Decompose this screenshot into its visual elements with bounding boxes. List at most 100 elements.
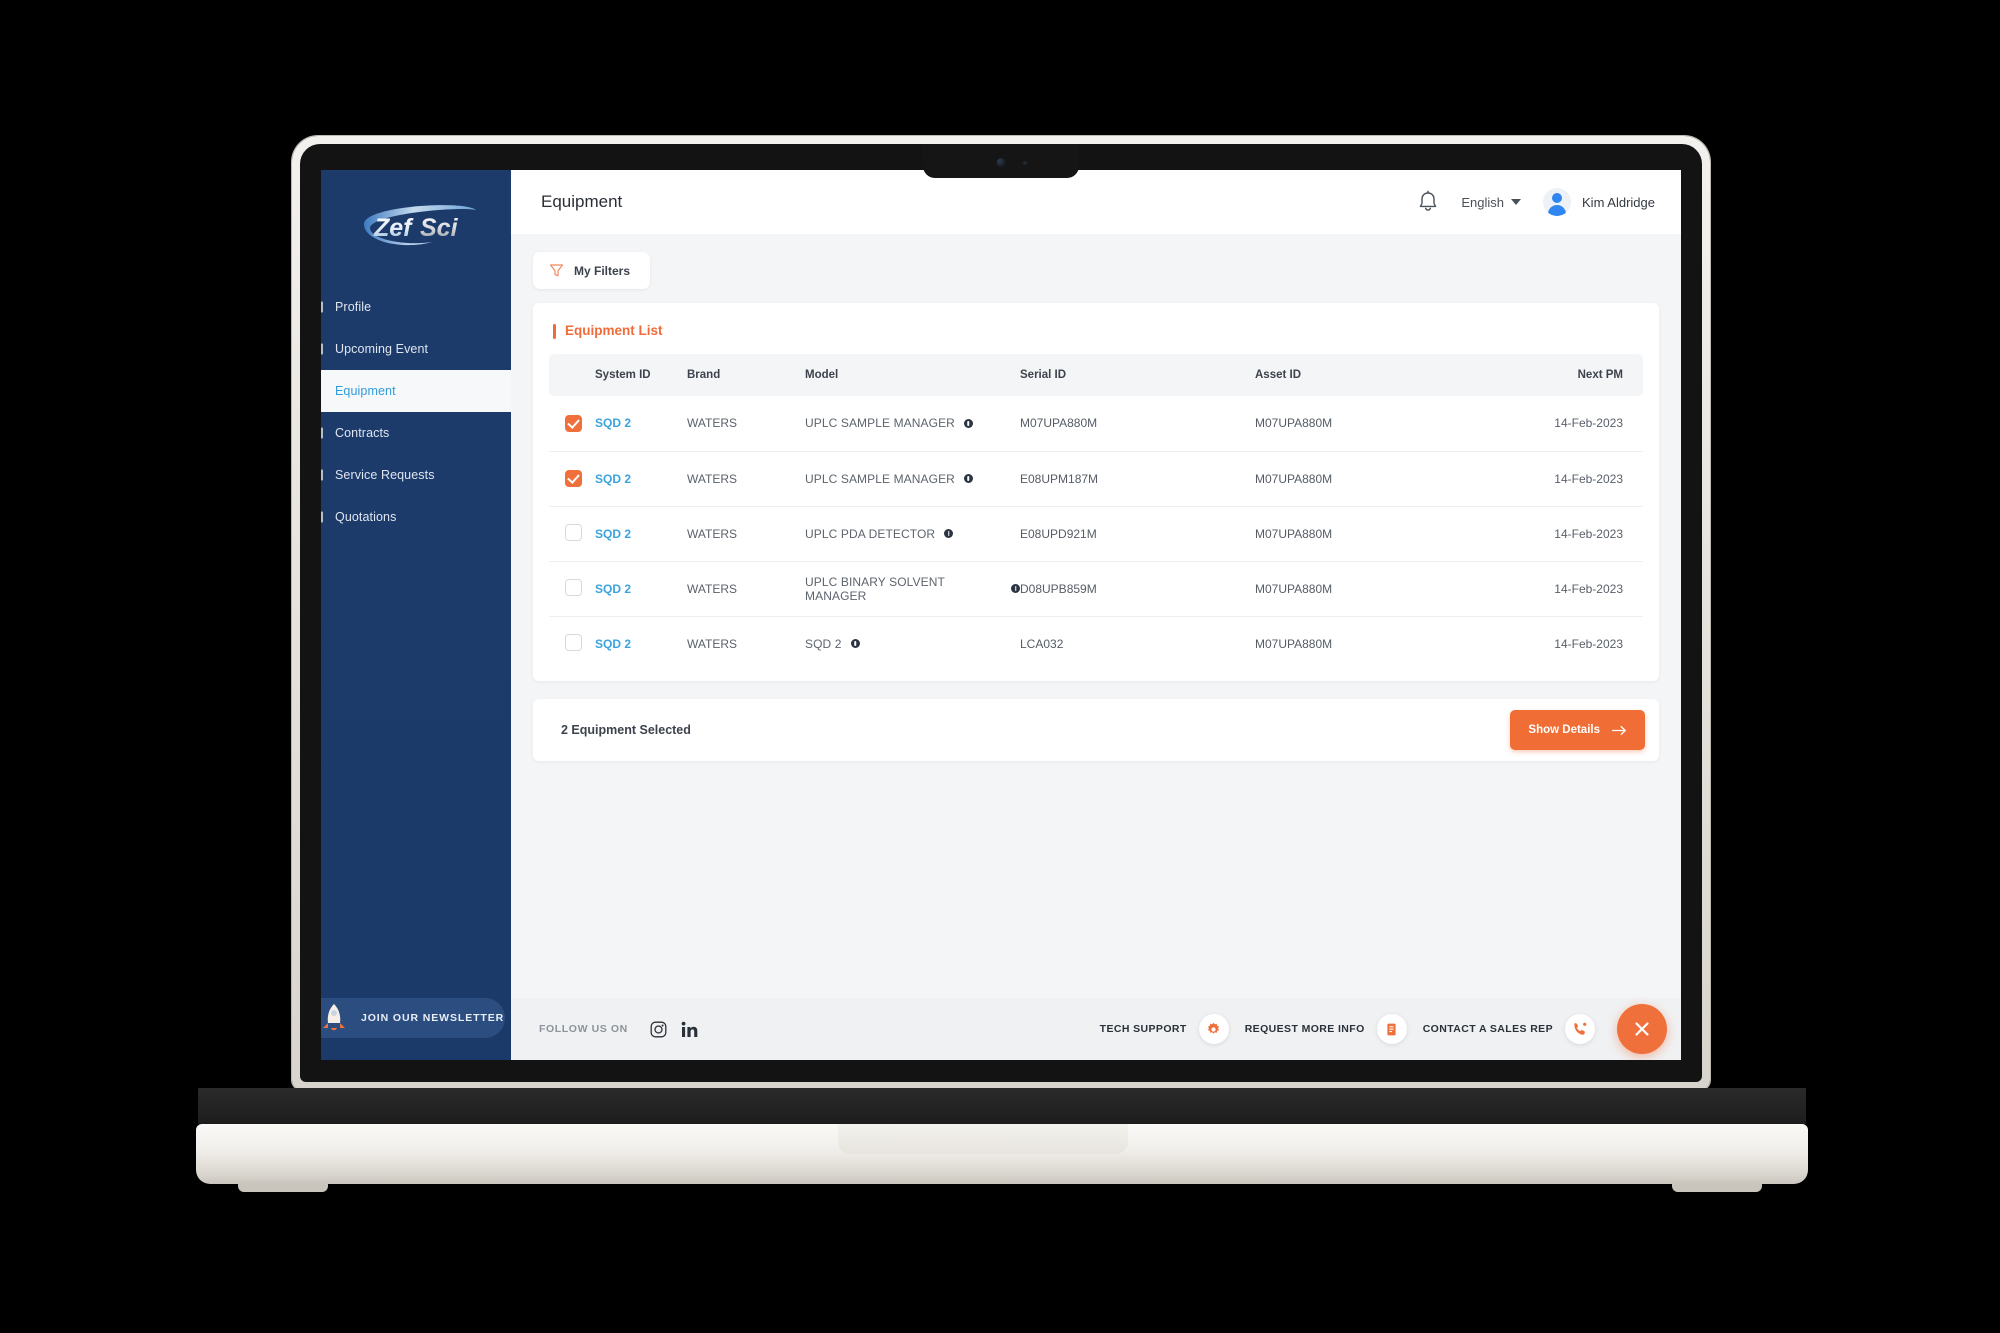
sidebar-item-service-requests[interactable]: Service Requests [321,454,511,496]
info-icon[interactable] [1011,584,1020,593]
cell-brand: WATERS [687,526,737,541]
filter-funnel-icon [549,264,564,277]
cell-asset-id: M07UPA880M [1255,581,1333,596]
cell-system-id: SQD 2 [595,451,687,506]
request-more-info-label[interactable]: REQUEST MORE INFO [1245,1023,1365,1035]
row-select-cell [549,506,595,561]
follow-us-label: FOLLOW US ON [539,1023,628,1035]
cell-model: UPLC SAMPLE MANAGER [805,451,1020,506]
equipment-table-head: System ID Brand Model Serial ID Asset ID… [549,354,1643,396]
join-newsletter-button[interactable]: JOIN OUR NEWSLETTER [321,998,505,1038]
sidebar-item-label: Service Requests [335,468,435,482]
screenshot-stage: Zef Sci Profile Upcoming Event Equipment [0,0,2000,1333]
row-checkbox[interactable] [565,633,582,651]
info-icon[interactable] [963,474,973,483]
cell-serial-id: LCA032 [1020,636,1064,651]
svg-text:Sci: Sci [420,214,459,242]
table-row[interactable]: SQD 2 WATERS SQD 2 LCA032 M07UPA880M 14-… [549,616,1643,671]
system-id-link[interactable]: SQD 2 [595,416,631,430]
instagram-icon[interactable] [650,1021,667,1038]
cell-asset-id: M07UPA880M [1255,526,1333,541]
nav-marker-icon [321,385,323,397]
cell-brand: WATERS [687,416,737,431]
brand-logo[interactable]: Zef Sci [321,170,511,286]
show-details-button[interactable]: Show Details [1510,710,1645,750]
user-menu[interactable]: Kim Aldridge [1543,188,1655,216]
close-widget-button[interactable] [1617,1004,1667,1054]
info-icon[interactable] [963,418,973,428]
equipment-table-body: SQD 2 WATERS UPLC SAMPLE MANAGER M07UPA8… [549,396,1643,671]
row-select-cell [549,616,595,671]
join-newsletter-label: JOIN OUR NEWSLETTER [361,1012,505,1024]
column-header-brand: Brand [687,354,805,396]
page-content: My Filters Equipment List System ID Bran… [511,234,1681,998]
my-filters-button[interactable]: My Filters [533,252,651,289]
camera-sensor-icon [1023,161,1027,165]
show-details-label: Show Details [1528,724,1600,736]
contact-sales-rep-label[interactable]: CONTACT A SALES REP [1423,1023,1553,1035]
cell-system-id: SQD 2 [595,396,687,451]
equipment-list-title: Equipment List [553,323,663,339]
notification-bell-icon[interactable] [1417,190,1439,214]
system-id-link[interactable]: SQD 2 [595,582,631,596]
phone-icon[interactable] [1565,1014,1595,1044]
column-header-asset-id: Asset ID [1255,354,1503,396]
gear-icon[interactable] [1198,1014,1229,1044]
cell-serial-id: E08UPD921M [1020,526,1097,541]
model-label: SQD 2 [805,636,842,651]
table-row[interactable]: SQD 2 WATERS UPLC SAMPLE MANAGER E08UPM1… [549,451,1643,506]
column-header-model: Model [805,354,1020,396]
row-checkbox[interactable] [565,470,582,487]
card-title-row: Equipment List [549,321,1643,354]
column-header-select [549,354,595,396]
main-area: Equipment English Kim Aldridge My Filter… [511,170,1681,1060]
cell-brand: WATERS [687,581,737,596]
column-header-next-pm: Next PM [1503,354,1643,396]
table-row[interactable]: SQD 2 WATERS UPLC SAMPLE MANAGER M07UPA8… [549,396,1643,451]
phone-glyph [1574,1022,1587,1035]
cell-serial-id: M07UPA880M [1020,416,1098,431]
linkedin-icon[interactable] [681,1021,698,1038]
app-viewport: Zef Sci Profile Upcoming Event Equipment [321,170,1681,1060]
sidebar-item-quotations[interactable]: Quotations [321,496,511,538]
sidebar-item-contracts[interactable]: Contracts [321,412,511,454]
cell-system-id: SQD 2 [595,616,687,671]
nav-marker-icon [321,343,323,355]
user-name-label: Kim Aldridge [1582,194,1655,210]
laptop-foot-right [1672,1182,1762,1192]
document-glyph [1387,1023,1396,1035]
row-checkbox[interactable] [565,578,582,596]
sidebar-item-profile[interactable]: Profile [321,286,511,328]
table-row[interactable]: SQD 2 WATERS UPLC BINARY SOLVENT MANAGER [549,561,1643,616]
cell-next-pm: 14-Feb-2023 [1554,471,1623,486]
system-id-link[interactable]: SQD 2 [595,637,631,651]
cell-brand: WATERS [687,636,737,651]
language-selector[interactable]: English [1461,195,1522,210]
camera-icon [996,158,1006,167]
document-icon[interactable] [1376,1014,1407,1044]
sidebar-item-upcoming-event[interactable]: Upcoming Event [321,328,511,370]
row-select-cell [549,451,595,506]
laptop-foot-left [238,1182,328,1192]
system-id-link[interactable]: SQD 2 [595,527,631,541]
footer-bar: FOLLOW US ON TECH SUPPORT REQUEST MORE I… [511,998,1681,1060]
sidebar-item-equipment[interactable]: Equipment [321,370,511,412]
info-icon[interactable] [944,529,954,538]
cell-system-id: SQD 2 [595,506,687,561]
model-label: UPLC SAMPLE MANAGER [805,471,955,486]
row-checkbox[interactable] [565,414,582,432]
system-id-link[interactable]: SQD 2 [595,472,631,486]
page-title: Equipment [541,192,623,211]
sidebar-nav: Profile Upcoming Event Equipment Contrac… [321,286,511,538]
row-checkbox[interactable] [565,523,582,541]
tech-support-label[interactable]: TECH SUPPORT [1100,1023,1187,1035]
cell-next-pm: 14-Feb-2023 [1554,416,1623,431]
equipment-table: System ID Brand Model Serial ID Asset ID… [549,354,1643,671]
info-icon[interactable] [850,639,860,649]
table-header-row: System ID Brand Model Serial ID Asset ID… [549,354,1643,396]
table-row[interactable]: SQD 2 WATERS UPLC PDA DETECTOR E08UPD921… [549,506,1643,561]
avatar-body-icon [1548,205,1567,216]
selection-count-label: 2 Equipment Selected [561,723,691,737]
cell-next-pm: 14-Feb-2023 [1554,636,1623,651]
gear-glyph [1208,1022,1220,1034]
